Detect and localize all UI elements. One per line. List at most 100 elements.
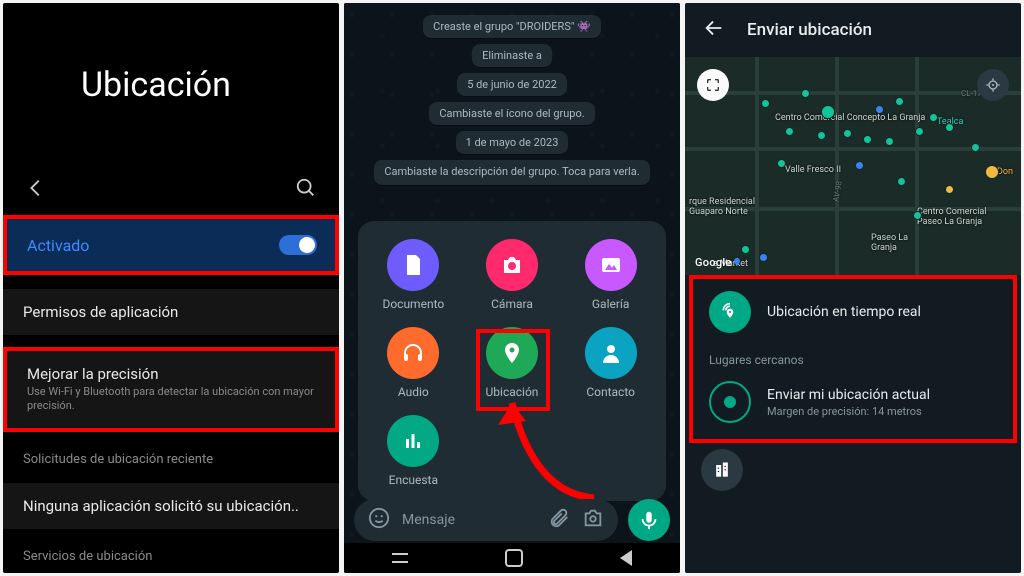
whatsapp-send-location: Enviar ubicación Centro Comercial Concep… — [685, 3, 1021, 573]
nav-back[interactable] — [620, 550, 632, 566]
map-poi[interactable] — [821, 105, 835, 119]
chat-system-messages: Creaste el grupo "DROIDERS" 👾 Eliminaste… — [344, 3, 680, 185]
recent-none-label: Ninguna aplicación solicitó su ubicación… — [23, 497, 299, 515]
map-poi[interactable] — [817, 131, 826, 140]
nav-recent[interactable] — [392, 553, 408, 563]
map-poi[interactable] — [875, 105, 884, 114]
map-poi[interactable] — [945, 185, 954, 194]
map-label-valle: Valle Fresco II — [785, 165, 841, 175]
map-poi[interactable] — [897, 177, 906, 186]
toolbar — [3, 177, 339, 203]
highlight-improve: Mejorar la precisión Use Wi-Fi y Bluetoo… — [3, 347, 339, 432]
emoji-icon[interactable] — [368, 507, 390, 533]
attach-gallery-label: Galería — [592, 297, 630, 311]
building-icon — [701, 449, 743, 491]
activated-label: Activado — [27, 236, 89, 255]
section-location-services: Servicios de ubicación — [3, 543, 339, 566]
recent-requests-none: Ninguna aplicación solicitó su ubicación… — [3, 483, 339, 529]
back-arrow-icon[interactable] — [703, 17, 725, 43]
fullscreen-button[interactable] — [697, 69, 729, 101]
highlight-activated: Activado — [3, 215, 339, 275]
live-location-row[interactable]: Ubicación en tiempo real — [693, 279, 1013, 345]
attach-icon[interactable] — [548, 507, 570, 533]
message-input[interactable]: Mensaje — [354, 499, 618, 541]
attach-poll[interactable]: Encuesta — [368, 415, 458, 487]
document-icon — [387, 239, 439, 291]
attach-document-label: Documento — [382, 297, 444, 311]
camera-shortcut-icon[interactable] — [582, 507, 604, 533]
map-label-paseo2: Paseo La Granja — [871, 233, 931, 253]
message-input-bar: Mensaje — [354, 499, 670, 541]
send-current-location-row[interactable]: Enviar mi ubicación actual Margen de pre… — [693, 369, 1013, 435]
gallery-icon — [585, 239, 637, 291]
map-poi[interactable] — [741, 245, 750, 254]
live-location-label: Ubicación en tiempo real — [767, 304, 921, 320]
page-title: Ubicación — [81, 65, 339, 105]
appbar: Enviar ubicación — [685, 3, 1021, 57]
map-poi[interactable] — [777, 159, 786, 168]
improve-title: Mejorar la precisión — [27, 365, 159, 383]
attach-sheet: Documento Cámara Galería Audio Ubicación… — [358, 221, 666, 501]
map-street-av98: AV-98 — [831, 180, 844, 202]
map-poi[interactable] — [843, 129, 852, 138]
back-icon[interactable] — [25, 177, 47, 203]
android-location-settings: Ubicación Activado Permisos de aplicació… — [3, 3, 339, 573]
headphones-icon — [387, 327, 439, 379]
location-pin-icon — [486, 327, 538, 379]
attach-document[interactable]: Documento — [368, 239, 458, 311]
attach-contact-label: Contacto — [586, 385, 635, 399]
google-attribution: Google — [695, 256, 742, 269]
camera-icon — [486, 239, 538, 291]
android-navbar — [344, 543, 680, 573]
person-icon — [585, 327, 637, 379]
map-poi[interactable] — [761, 99, 770, 108]
attach-camera[interactable]: Cámara — [467, 239, 557, 311]
message-placeholder: Mensaje — [402, 512, 536, 528]
improve-subtitle: Use Wi-Fi y Bluetooth para detectar la u… — [27, 385, 319, 414]
map-poi[interactable] — [915, 127, 924, 136]
nearby-section-label: Lugares cercanos — [693, 345, 1013, 369]
improve-accuracy-row[interactable]: Mejorar la precisión Use Wi-Fi y Bluetoo… — [7, 351, 335, 428]
attach-gallery[interactable]: Galería — [566, 239, 656, 311]
app-permissions-row[interactable]: Permisos de aplicación — [3, 289, 339, 335]
highlight-location-options: Ubicación en tiempo real Lugares cercano… — [689, 275, 1017, 443]
nav-home[interactable] — [505, 549, 523, 567]
map-poi[interactable] — [895, 97, 904, 106]
voice-message-button[interactable] — [628, 499, 670, 541]
map-poi[interactable] — [855, 161, 864, 170]
toggle-on[interactable] — [279, 235, 317, 255]
map-poi[interactable] — [759, 253, 768, 262]
sys-date-1: 5 de junio de 2022 — [457, 73, 567, 96]
map-poi[interactable] — [971, 143, 980, 152]
search-icon[interactable] — [295, 177, 317, 203]
live-location-icon — [709, 291, 751, 333]
map-view[interactable]: Centro Comercial Concepto La Granja Teal… — [685, 57, 1021, 275]
map-poi[interactable] — [945, 123, 954, 132]
accuracy-label: Margen de precisión: 14 metros — [767, 405, 930, 418]
app-permissions-label: Permisos de aplicación — [23, 303, 178, 321]
map-poi[interactable] — [863, 135, 872, 144]
target-icon — [709, 381, 751, 423]
attach-audio-label: Audio — [398, 385, 429, 399]
nearby-place-row[interactable] — [685, 443, 1021, 503]
attach-audio[interactable]: Audio — [368, 327, 458, 399]
sys-created-group: Creaste el grupo "DROIDERS" 👾 — [423, 15, 601, 38]
map-poi[interactable] — [785, 127, 794, 136]
my-location-button[interactable] — [977, 69, 1009, 101]
poll-icon — [387, 415, 439, 467]
map-poi[interactable] — [885, 137, 894, 146]
attach-location-label: Ubicación — [486, 385, 539, 399]
whatsapp-chat-attach: Creaste el grupo "DROIDERS" 👾 Eliminaste… — [344, 3, 680, 573]
map-poi[interactable] — [985, 165, 999, 179]
appbar-title: Enviar ubicación — [747, 20, 872, 40]
map-poi[interactable] — [913, 211, 922, 220]
attach-location[interactable]: Ubicación — [467, 327, 557, 399]
location-master-toggle-row[interactable]: Activado — [7, 219, 335, 271]
sys-desc-changed[interactable]: Cambiaste la descripción del grupo. Toca… — [374, 160, 649, 185]
map-label-paseo: Centro Comercial Paseo La Granja — [917, 207, 1013, 227]
map-poi[interactable] — [929, 113, 938, 122]
send-current-title: Enviar mi ubicación actual — [767, 387, 930, 403]
map-label-parque: rque Residencial Guaparo Norte — [689, 197, 789, 217]
map-poi[interactable] — [801, 89, 810, 98]
attach-contact[interactable]: Contacto — [566, 327, 656, 399]
